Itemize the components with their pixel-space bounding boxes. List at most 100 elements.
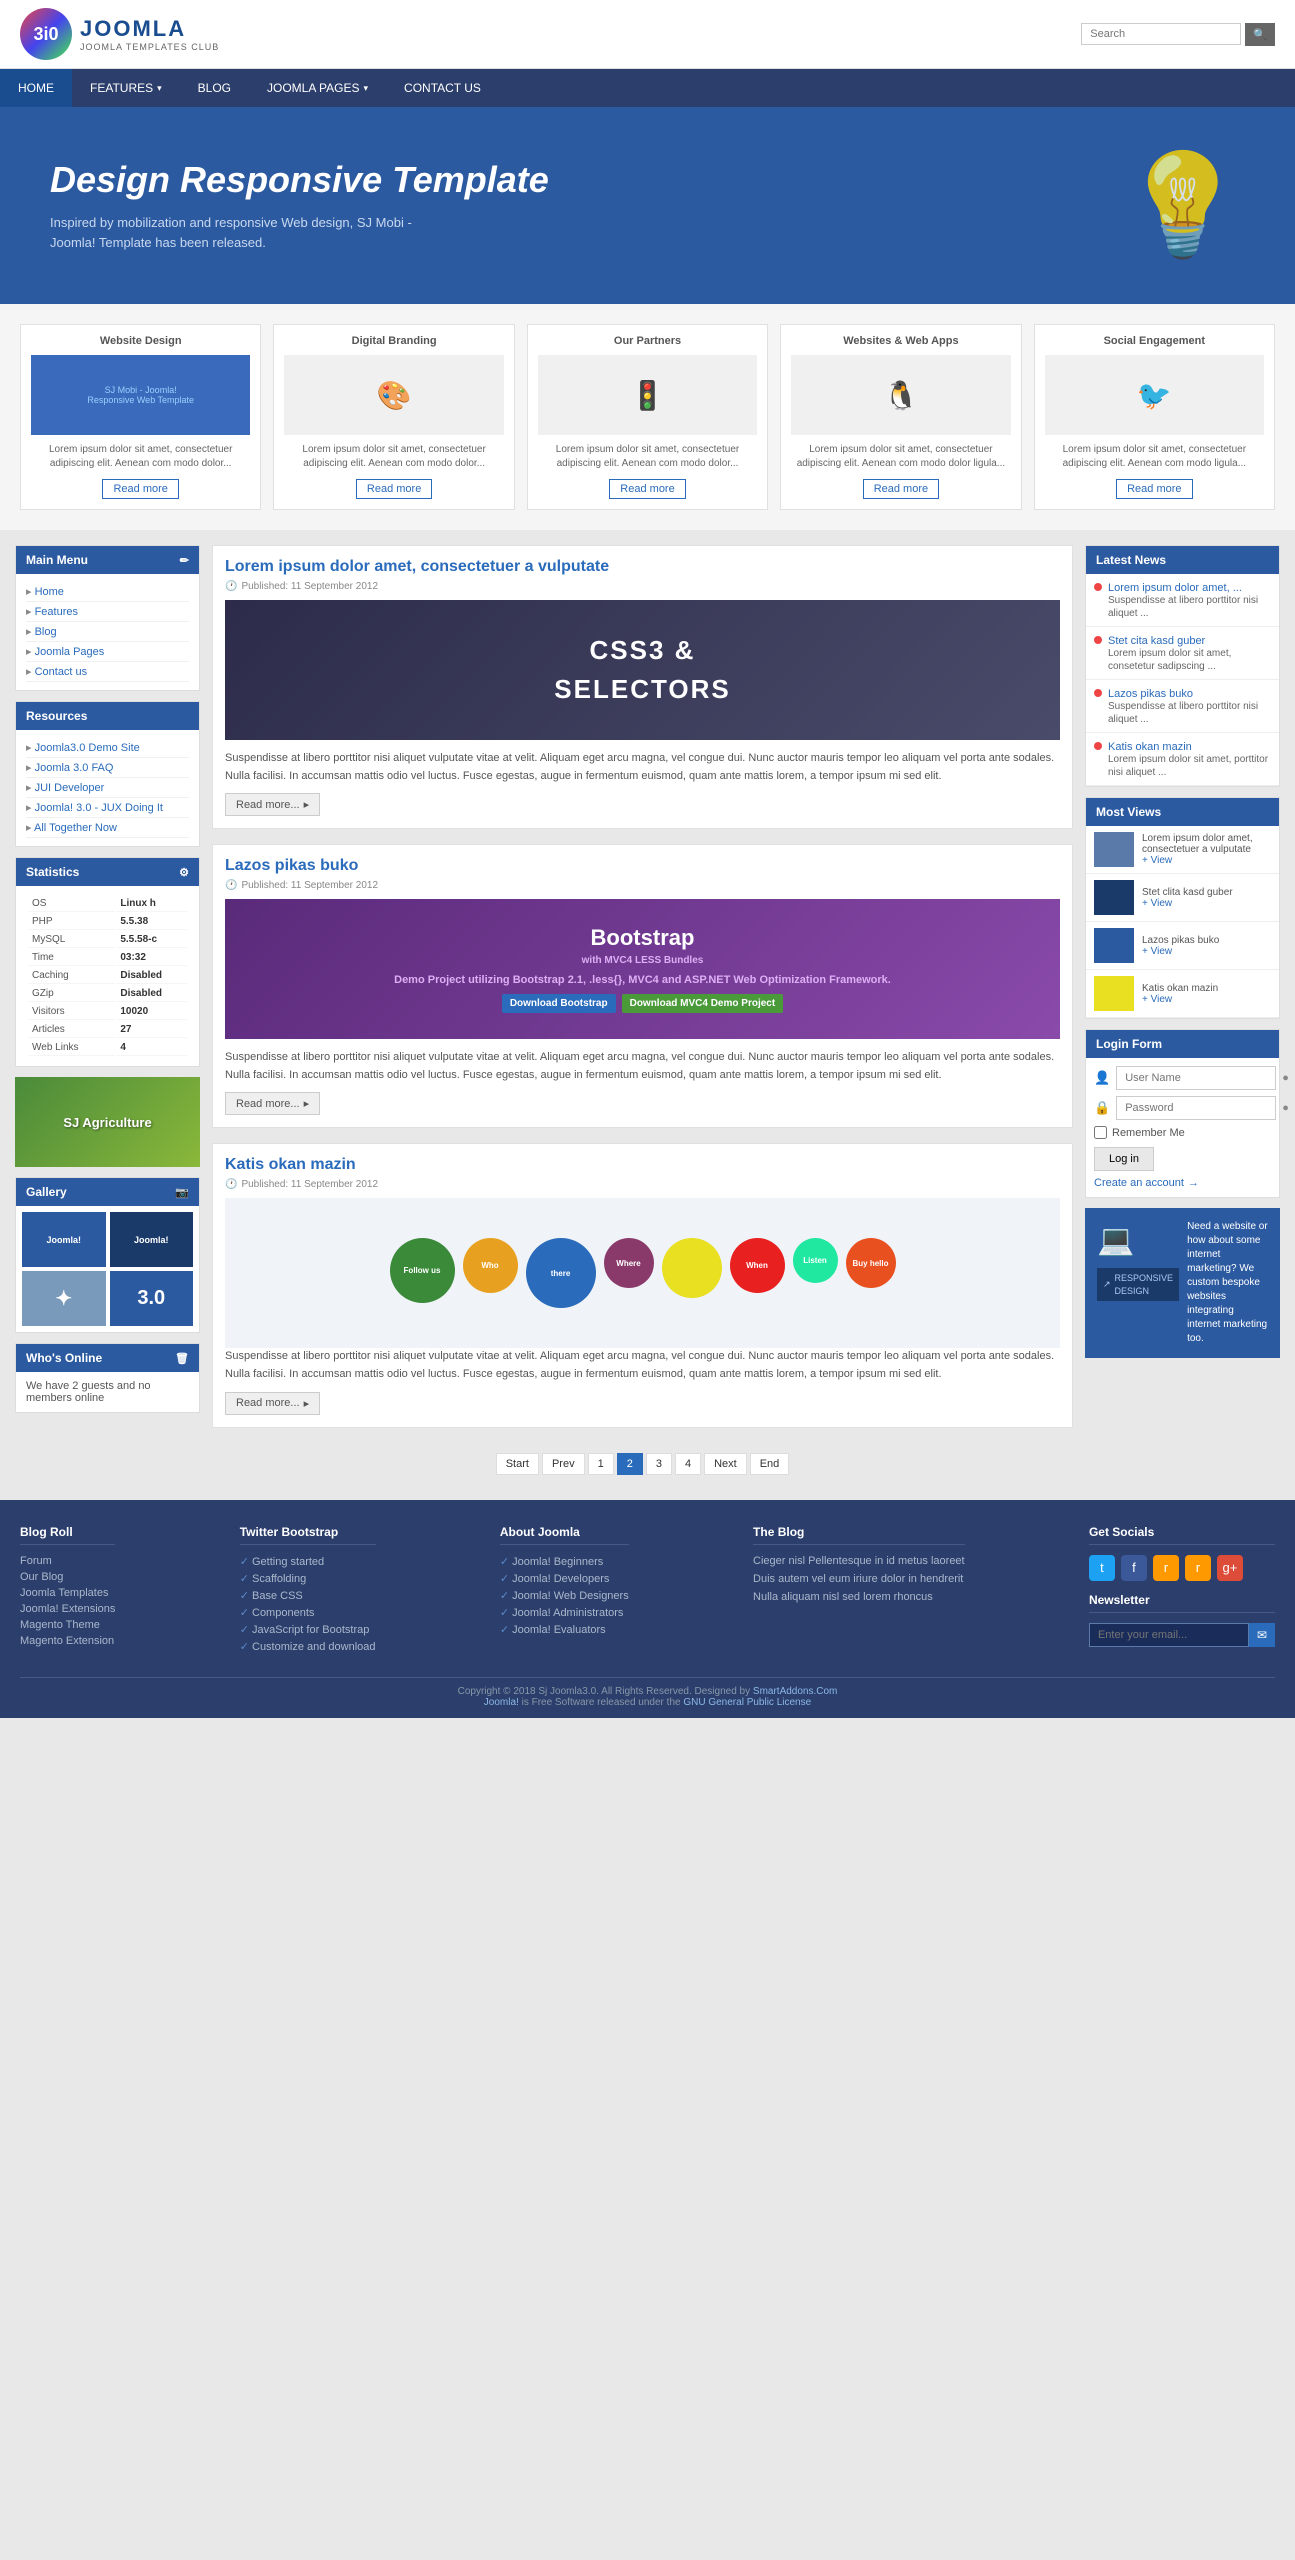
remember-me-checkbox[interactable] [1094, 1126, 1107, 1139]
page-2[interactable]: 2 [617, 1453, 643, 1475]
trash-icon: 🗑 [175, 1352, 189, 1365]
article-body: Suspendisse at libero porttitor nisi ali… [225, 750, 1060, 785]
download-mvc4-btn[interactable]: Download MVC4 Demo Project [622, 994, 784, 1013]
footer-link[interactable]: Joomla Templates [20, 1587, 115, 1599]
most-views-link[interactable]: Lorem ipsum dolor amet, consectetuer a v… [1142, 833, 1271, 855]
create-account-anchor[interactable]: Create an account [1094, 1177, 1184, 1189]
footer-link[interactable]: Joomla! Developers [500, 1572, 629, 1585]
rss-icon[interactable]: r [1153, 1555, 1179, 1581]
most-views-link[interactable]: Katis okan mazin [1142, 983, 1218, 994]
resource-item-together[interactable]: All Together Now [26, 818, 189, 838]
stats-table: OSLinux h PHP5.5.38 MySQL5.5.58-c Time03… [26, 894, 189, 1058]
footer-link[interactable]: Our Blog [20, 1571, 115, 1583]
gallery-item[interactable]: 3.0 [110, 1271, 194, 1326]
view-link[interactable]: + View [1142, 946, 1219, 957]
search-input[interactable] [1081, 23, 1241, 45]
edit-icon: ✏ [180, 554, 189, 567]
resource-item-faq[interactable]: Joomla 3.0 FAQ [26, 758, 189, 778]
resource-item-jui[interactable]: JUI Developer [26, 778, 189, 798]
gpl-link[interactable]: GNU General Public License [683, 1697, 811, 1708]
header: 3i0 JOOMLA JOOMLA TEMPLATES CLUB 🔍 [0, 0, 1295, 69]
footer-link[interactable]: Joomla! Extensions [20, 1603, 115, 1615]
nav-home[interactable]: HOME [0, 69, 72, 107]
read-more-button[interactable]: Read more... ▸ [225, 1092, 320, 1115]
footer-link[interactable]: Magento Extension [20, 1635, 115, 1647]
footer-link[interactable]: Joomla! Administrators [500, 1606, 629, 1619]
footer-link[interactable]: Joomla! Beginners [500, 1555, 629, 1568]
whos-online-box: Who's Online 🗑 We have 2 guests and no m… [15, 1343, 200, 1413]
resource-item-jux[interactable]: Joomla! 3.0 - JUX Doing It [26, 798, 189, 818]
page-3[interactable]: 3 [646, 1453, 672, 1475]
footer-link[interactable]: JavaScript for Bootstrap [240, 1623, 376, 1636]
read-more-link[interactable]: Read more [356, 479, 432, 499]
footer-link[interactable]: Getting started [240, 1555, 376, 1568]
footer-blog-roll: Blog Roll Forum Our Blog Joomla Template… [20, 1525, 115, 1657]
nav-blog[interactable]: BLOG [180, 69, 249, 107]
view-link[interactable]: + View [1142, 994, 1218, 1005]
page-4[interactable]: 4 [675, 1453, 701, 1475]
nav-joomla-pages[interactable]: JOOMLA PAGES ▾ [249, 69, 386, 107]
news-item: Lazos pikas buko Suspendisse at libero p… [1086, 680, 1279, 733]
sidebar-item-contact[interactable]: Contact us [26, 662, 189, 682]
page-next[interactable]: Next [704, 1453, 747, 1475]
footer-link[interactable]: Magento Theme [20, 1619, 115, 1631]
news-link[interactable]: Lazos pikas buko [1108, 688, 1193, 700]
footer-link[interactable]: Joomla! Web Designers [500, 1589, 629, 1602]
joomla-link[interactable]: Joomla! [484, 1697, 519, 1708]
eye-icon: ● [1282, 1102, 1289, 1114]
footer-link[interactable]: Components [240, 1606, 376, 1619]
newsletter-input[interactable] [1089, 1623, 1249, 1647]
rss2-icon[interactable]: r [1185, 1555, 1211, 1581]
page-prev[interactable]: Prev [542, 1453, 585, 1475]
gallery-item[interactable]: ✦ [22, 1271, 106, 1326]
footer-link[interactable]: Joomla! Evaluators [500, 1623, 629, 1636]
most-views-link[interactable]: Stet clita kasd guber [1142, 887, 1233, 898]
page-1[interactable]: 1 [588, 1453, 614, 1475]
gplus-icon[interactable]: g+ [1217, 1555, 1243, 1581]
chevron-down-icon: ▾ [364, 83, 369, 94]
most-views-link[interactable]: Lazos pikas buko [1142, 935, 1219, 946]
sidebar-item-home[interactable]: Home [26, 582, 189, 602]
sidebar-item-features[interactable]: Features [26, 602, 189, 622]
sidebar-item-blog[interactable]: Blog [26, 622, 189, 642]
login-button[interactable]: Log in [1094, 1147, 1154, 1171]
search-button[interactable]: 🔍 [1245, 23, 1275, 46]
nav-contact[interactable]: CONTACT US [386, 69, 499, 107]
footer-link[interactable]: Forum [20, 1555, 115, 1567]
news-link[interactable]: Stet cita kasd guber [1108, 635, 1205, 647]
view-link[interactable]: + View [1142, 898, 1233, 909]
read-more-link[interactable]: Read more [102, 479, 178, 499]
responsive-badge[interactable]: ↗ RESPONSIVE DESIGN [1097, 1268, 1179, 1301]
nav-features[interactable]: FEATURES ▾ [72, 69, 180, 107]
footer-link[interactable]: Customize and download [240, 1640, 376, 1653]
username-input[interactable] [1116, 1066, 1276, 1090]
license-text: Joomla! is Free Software released under … [20, 1697, 1275, 1708]
footer-link[interactable]: Base CSS [240, 1589, 376, 1602]
view-link[interactable]: + View [1142, 855, 1271, 866]
read-more-link[interactable]: Read more [1116, 479, 1192, 499]
page-end[interactable]: End [750, 1453, 790, 1475]
gallery-item[interactable]: Joomla! [110, 1212, 194, 1267]
facebook-icon[interactable]: f [1121, 1555, 1147, 1581]
read-more-button[interactable]: Read more... ▸ [225, 793, 320, 816]
read-more-button[interactable]: Read more... ▸ [225, 1392, 320, 1415]
password-input[interactable] [1116, 1096, 1276, 1120]
read-more-link[interactable]: Read more [609, 479, 685, 499]
newsletter-submit[interactable]: ✉ [1249, 1623, 1275, 1647]
most-views-item: Lorem ipsum dolor amet, consectetuer a v… [1086, 826, 1279, 874]
news-link[interactable]: Lorem ipsum dolor amet, ... [1108, 582, 1242, 594]
smartaddons-link[interactable]: SmartAddons.Com [753, 1686, 837, 1697]
latest-news-box: Latest News Lorem ipsum dolor amet, ... … [1085, 545, 1280, 787]
sidebar-item-joomla-pages[interactable]: Joomla Pages [26, 642, 189, 662]
download-bootstrap-btn[interactable]: Download Bootstrap [502, 994, 616, 1013]
logo-main-text: JOOMLA [80, 16, 219, 42]
gallery-item[interactable]: Joomla! [22, 1212, 106, 1267]
page-start[interactable]: Start [496, 1453, 539, 1475]
footer-link[interactable]: Scaffolding [240, 1572, 376, 1585]
news-link[interactable]: Katis okan mazin [1108, 741, 1192, 753]
resource-item-demo[interactable]: Joomla3.0 Demo Site [26, 738, 189, 758]
twitter-icon[interactable]: t [1089, 1555, 1115, 1581]
read-more-link[interactable]: Read more [863, 479, 939, 499]
article-title: Lorem ipsum dolor amet, consectetuer a v… [225, 558, 1060, 576]
pagination: Start Prev 1 2 3 4 Next End [212, 1443, 1073, 1485]
